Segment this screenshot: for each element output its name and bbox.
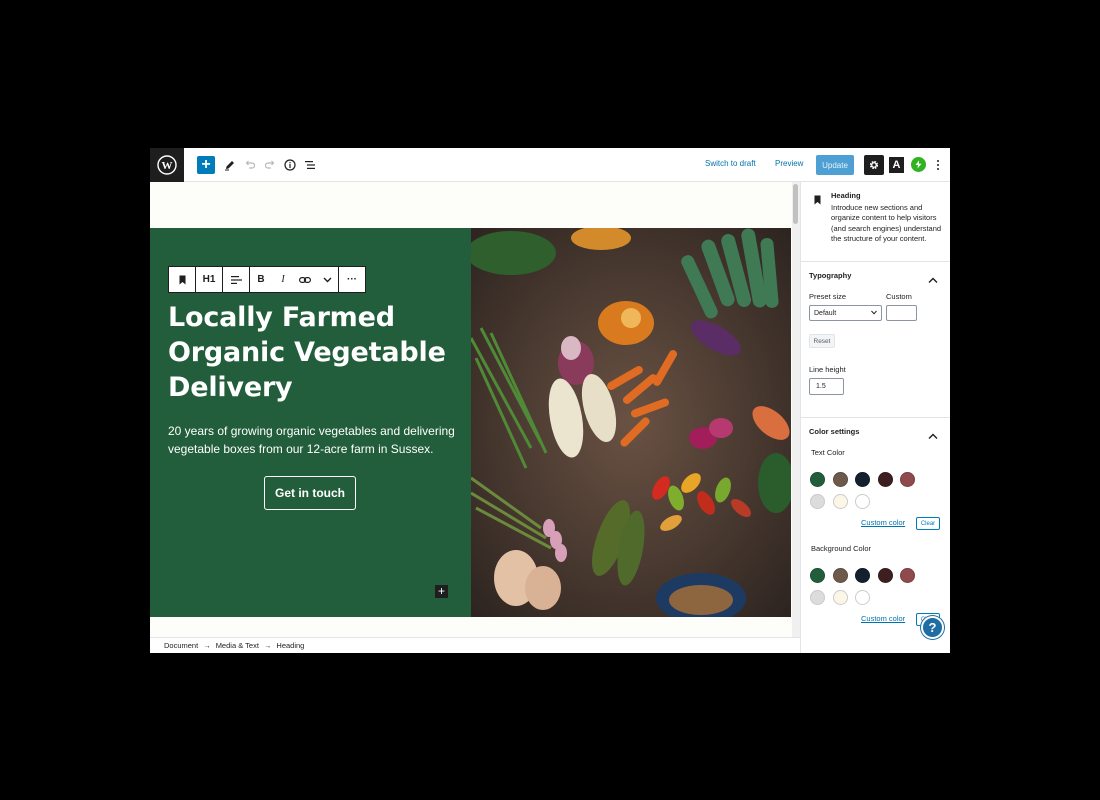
color-swatch[interactable] (810, 568, 825, 583)
background-color-label: Background Color (811, 544, 872, 553)
background-custom-color-link[interactable]: Custom color (861, 614, 905, 623)
breadcrumb-media-text[interactable]: Media & Text (216, 641, 259, 650)
italic-button[interactable]: I (273, 267, 293, 292)
align-left-icon[interactable] (223, 267, 249, 292)
media-text-block[interactable]: H1 B I ··· Locally Farmed Organic Vegeta… (150, 228, 791, 617)
color-swatch[interactable] (832, 494, 848, 509)
block-editor: W + Switch to draft Preview Update A H1 … (150, 148, 950, 653)
color-swatch[interactable] (900, 472, 915, 487)
custom-size-label: Custom (886, 292, 912, 301)
redo-icon[interactable] (260, 155, 280, 175)
arrow-right-icon: → (203, 641, 211, 650)
wordpress-logo-icon[interactable]: W (150, 148, 184, 182)
help-button[interactable]: ? (921, 616, 944, 639)
more-menu-icon[interactable] (930, 155, 946, 175)
editor-canvas: H1 B I ··· Locally Farmed Organic Vegeta… (150, 182, 792, 637)
breadcrumb-document[interactable]: Document (164, 641, 198, 650)
color-swatch[interactable] (855, 590, 870, 605)
add-inner-block-button[interactable]: + (435, 585, 448, 598)
scrollbar-thumb[interactable] (793, 184, 798, 224)
bold-button[interactable]: B (251, 267, 271, 292)
list-view-icon[interactable] (300, 155, 320, 175)
edit-pencil-icon[interactable] (220, 155, 240, 175)
preset-size-select[interactable]: Default (809, 305, 882, 321)
heading-level-button[interactable]: H1 (196, 267, 222, 292)
breadcrumb-heading[interactable]: Heading (276, 641, 304, 650)
undo-icon[interactable] (240, 155, 260, 175)
jetpack-bolt-icon[interactable] (911, 157, 926, 172)
color-swatch[interactable] (877, 568, 893, 583)
arrow-right-icon: → (263, 641, 272, 650)
more-options-button[interactable]: ··· (339, 267, 365, 292)
chevron-down-icon (871, 310, 877, 317)
canvas-scrollbar[interactable] (792, 182, 800, 637)
text-custom-color-link[interactable]: Custom color (861, 518, 905, 527)
color-swatch[interactable] (900, 568, 915, 583)
top-toolbar: W + Switch to draft Preview Update A (150, 148, 950, 182)
color-swatch[interactable] (810, 472, 825, 487)
color-swatch[interactable] (832, 568, 848, 583)
get-in-touch-button[interactable]: Get in touch (264, 476, 356, 510)
block-card-title: Heading (831, 191, 861, 200)
block-card: Heading Introduce new sections and organ… (801, 182, 950, 262)
amp-a-button[interactable]: A (889, 157, 904, 173)
reset-button[interactable]: Reset (809, 334, 835, 348)
typography-panel-title[interactable]: Typography (809, 271, 851, 280)
line-height-label: Line height (809, 365, 846, 374)
line-height-input[interactable]: 1.5 (809, 378, 844, 395)
color-swatch[interactable] (855, 494, 870, 509)
settings-gear-icon[interactable] (864, 155, 884, 175)
bookmark-icon (813, 192, 822, 210)
info-icon[interactable] (280, 155, 300, 175)
svg-text:W: W (162, 160, 173, 172)
link-icon[interactable] (295, 267, 315, 292)
switch-to-draft-button[interactable]: Switch to draft (705, 159, 756, 168)
vegetables-photo[interactable] (471, 228, 791, 617)
hero-heading[interactable]: Locally Farmed Organic Vegetable Deliver… (168, 300, 468, 405)
block-card-description: Introduce new sections and organize cont… (831, 203, 942, 243)
color-swatch[interactable] (877, 472, 893, 487)
color-swatch[interactable] (810, 494, 825, 509)
color-settings-panel-title[interactable]: Color settings (809, 427, 859, 436)
update-button[interactable]: Update (816, 155, 854, 175)
color-swatch[interactable] (832, 590, 848, 605)
block-toolbar: H1 B I ··· (168, 266, 366, 293)
color-swatch[interactable] (855, 568, 870, 583)
preview-button[interactable]: Preview (775, 159, 803, 168)
text-color-clear-button[interactable]: Clear (916, 517, 940, 530)
color-swatch[interactable] (855, 472, 870, 487)
preset-size-value: Default (814, 309, 837, 317)
chevron-up-icon[interactable] (928, 427, 938, 439)
bookmark-block-icon[interactable] (169, 267, 195, 292)
text-color-palette-row1 (810, 472, 923, 487)
chevron-down-icon[interactable] (317, 267, 337, 292)
background-color-palette-row2 (810, 590, 878, 605)
text-color-label: Text Color (811, 448, 845, 457)
block-breadcrumb: Document → Media & Text → Heading (150, 637, 800, 653)
panel-divider (801, 417, 950, 418)
add-block-button[interactable]: + (197, 156, 215, 174)
preset-size-label: Preset size (809, 292, 847, 301)
settings-sidebar: Heading Introduce new sections and organ… (800, 182, 950, 653)
hero-intro-text[interactable]: 20 years of growing organic vegetables a… (168, 422, 468, 458)
chevron-up-icon[interactable] (928, 271, 938, 283)
media-text-content: H1 B I ··· Locally Farmed Organic Vegeta… (150, 228, 471, 617)
color-swatch[interactable] (832, 472, 848, 487)
color-swatch[interactable] (810, 590, 825, 605)
background-color-palette-row1 (810, 568, 923, 583)
custom-size-input[interactable] (886, 305, 917, 321)
text-color-palette-row2 (810, 494, 878, 509)
